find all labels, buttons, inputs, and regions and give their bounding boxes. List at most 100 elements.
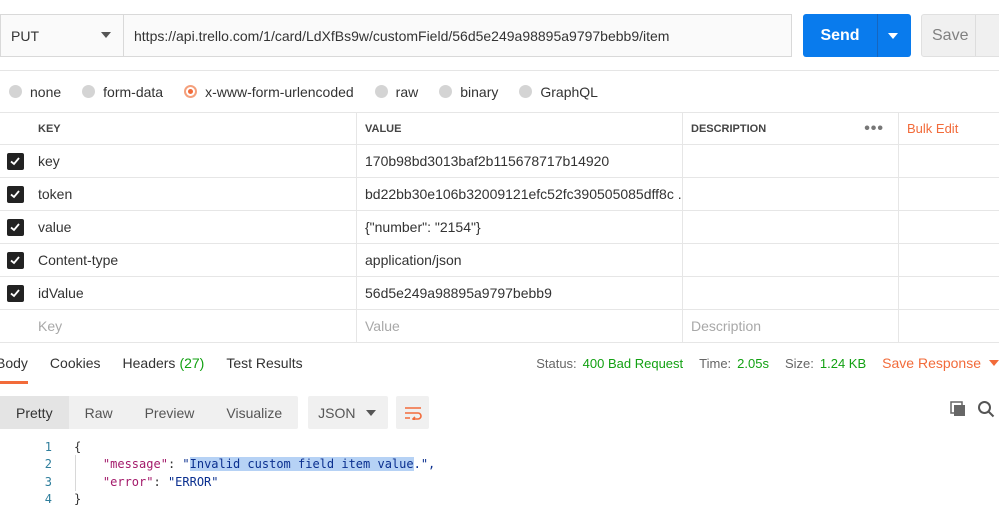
new-description-input[interactable]: Description — [683, 310, 899, 342]
bulk-edit-link[interactable]: Bulk Edit — [907, 121, 958, 136]
view-pretty-button[interactable]: Pretty — [0, 396, 69, 429]
header-description: DESCRIPTION ••• — [683, 113, 899, 144]
tab-test-results[interactable]: Test Results — [226, 342, 302, 384]
radio-selected-icon — [184, 85, 198, 98]
checkbox-cell — [0, 310, 30, 342]
view-raw-button[interactable]: Raw — [69, 396, 129, 429]
language-label: JSON — [318, 404, 356, 421]
bulk-edit-cell: Bulk Edit — [899, 113, 999, 144]
param-description[interactable] — [683, 178, 899, 210]
radio-label: form-data — [103, 83, 164, 100]
radio-form-data[interactable]: form-data — [82, 84, 163, 100]
table-row: value {"number": "2154"} — [0, 211, 999, 244]
row-spacer — [899, 310, 999, 342]
tab-cookies[interactable]: Cookies — [50, 342, 101, 384]
body-type-radios: none form-data x-www-form-urlencoded raw… — [0, 70, 999, 112]
line-number: 4 — [44, 492, 52, 507]
radio-raw[interactable]: raw — [374, 84, 418, 100]
new-value-input[interactable]: Value — [357, 310, 683, 342]
radio-label: x-www-form-urlencoded — [205, 83, 354, 100]
param-description[interactable] — [683, 211, 899, 243]
wrap-lines-icon — [404, 406, 422, 420]
radio-graphql[interactable]: GraphQL — [519, 84, 598, 100]
json-string: "ERROR" — [167, 474, 219, 489]
radio-none[interactable]: none — [9, 84, 61, 100]
save-button[interactable]: Save — [921, 14, 999, 57]
status-value: 400 Bad Request — [582, 355, 684, 371]
param-key[interactable]: idValue — [30, 277, 357, 309]
url-input[interactable]: https://api.trello.com/1/card/LdXfBs9w/c… — [123, 14, 792, 57]
copy-icon[interactable] — [949, 400, 967, 418]
save-response-button[interactable]: Save Response — [882, 355, 999, 371]
param-description[interactable] — [683, 277, 899, 309]
json-key: "message" — [102, 457, 168, 472]
param-description[interactable] — [683, 145, 899, 177]
send-options-chevron-icon[interactable] — [888, 32, 898, 39]
selected-text: Invalid custom field item value — [189, 457, 414, 472]
table-row: token bd22bb30e106b32009121efc52fc390505… — [0, 178, 999, 211]
tab-label: Cookies — [49, 355, 101, 371]
checkbox-cell — [0, 178, 30, 210]
param-key[interactable]: key — [30, 145, 357, 177]
param-value[interactable]: 56d5e249a98895a9797bebb9 — [357, 277, 683, 309]
response-tools — [939, 400, 995, 418]
checkbox-checked-icon[interactable] — [6, 218, 24, 236]
row-spacer — [899, 277, 999, 309]
code-line: 1 { — [0, 438, 999, 456]
row-spacer — [899, 244, 999, 276]
header-spacer — [0, 113, 30, 144]
radio-binary[interactable]: binary — [439, 84, 498, 100]
row-spacer — [899, 145, 999, 177]
code-text: "error": "ERROR" — [102, 474, 219, 489]
param-description[interactable] — [683, 244, 899, 276]
param-key[interactable]: Content-type — [30, 244, 357, 276]
radio-icon — [519, 85, 533, 98]
header-key: KEY — [30, 113, 357, 144]
chevron-down-icon — [989, 360, 999, 366]
time-value: 2.05s — [737, 355, 769, 371]
radio-icon — [374, 85, 388, 98]
new-key-input[interactable]: Key — [30, 310, 357, 342]
radio-icon — [439, 85, 453, 98]
wrap-lines-button[interactable] — [396, 396, 430, 429]
code-line: 2 "message": "Invalid custom field item … — [0, 456, 999, 474]
url-text: https://api.trello.com/1/card/LdXfBs9w/c… — [134, 27, 670, 44]
checkbox-checked-icon[interactable] — [6, 152, 24, 170]
format-toolbar: Pretty Raw Preview Visualize JSON — [0, 396, 430, 429]
param-key[interactable]: value — [30, 211, 357, 243]
tab-body[interactable]: Body — [0, 342, 28, 384]
tab-headers[interactable]: Headers (27) — [123, 342, 205, 384]
checkbox-checked-icon[interactable] — [6, 284, 24, 302]
view-preview-button[interactable]: Preview — [129, 396, 211, 429]
table-row-new: Key Value Description — [0, 310, 999, 343]
time-label: Time: — [699, 355, 732, 371]
json-quote: " — [182, 457, 190, 472]
param-key[interactable]: token — [30, 178, 357, 210]
param-value[interactable]: 170b98bd3013baf2b115678717b14920 — [357, 145, 683, 177]
method-select[interactable]: PUT — [0, 14, 123, 57]
radio-label: binary — [460, 83, 499, 100]
json-string-tail: .", — [413, 457, 436, 472]
method-label: PUT — [11, 27, 39, 44]
param-value[interactable]: bd22bb30e106b32009121efc52fc390505085dff… — [357, 178, 683, 210]
radio-x-www-form-urlencoded[interactable]: x-www-form-urlencoded — [184, 84, 354, 100]
save-label: Save — [932, 26, 969, 44]
response-meta: Status: 400 Bad Request Time: 2.05s Size… — [536, 342, 999, 384]
more-options-icon[interactable]: ••• — [864, 120, 884, 138]
checkbox-cell — [0, 244, 30, 276]
code-line: 3 "error": "ERROR" — [0, 473, 999, 491]
response-code[interactable]: 1 { 2 "message": "Invalid custom field i… — [0, 438, 999, 508]
line-number: 3 — [44, 474, 52, 489]
language-select[interactable]: JSON — [308, 396, 389, 429]
param-value[interactable]: {"number": "2154"} — [357, 211, 683, 243]
checkbox-checked-icon[interactable] — [6, 251, 24, 269]
search-icon[interactable] — [977, 400, 995, 418]
send-button[interactable]: Send — [803, 14, 911, 57]
checkbox-checked-icon[interactable] — [6, 185, 24, 203]
view-visualize-button[interactable]: Visualize — [210, 396, 298, 429]
param-value[interactable]: application/json — [357, 244, 683, 276]
chevron-down-icon — [366, 410, 377, 416]
divider — [877, 14, 878, 57]
checkbox-cell — [0, 277, 30, 309]
radio-icon — [82, 85, 96, 98]
